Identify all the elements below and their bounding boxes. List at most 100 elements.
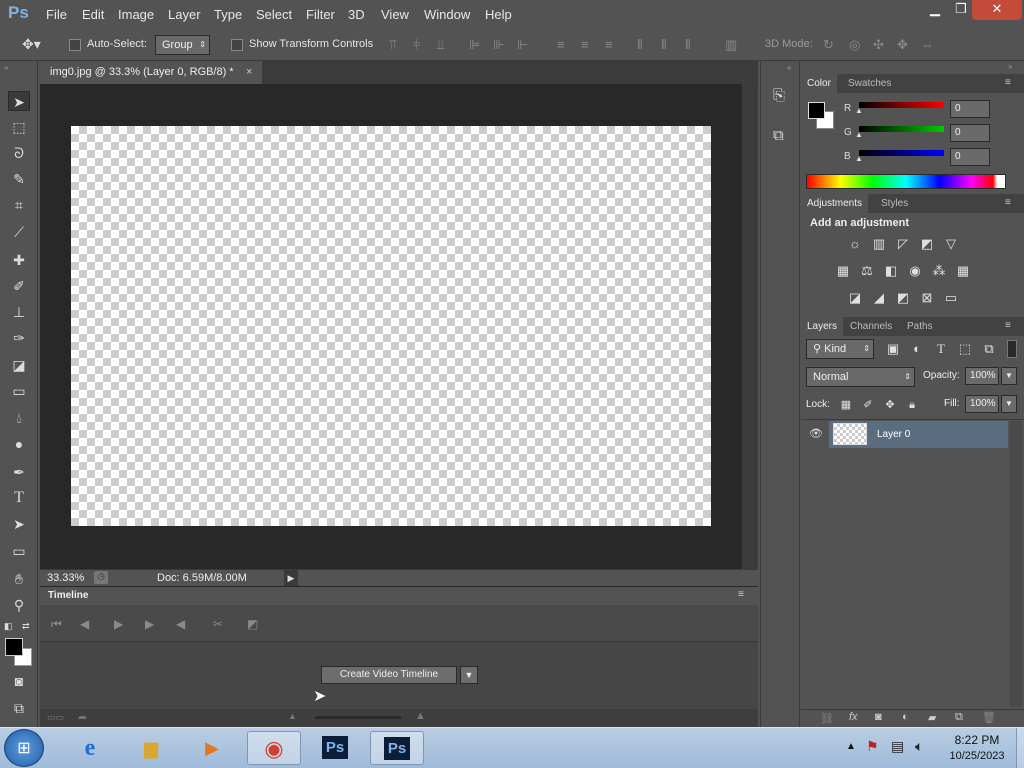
3d-scale-icon[interactable]: ⇔ bbox=[921, 37, 934, 52]
hue-saturation-icon[interactable]: ▦ bbox=[835, 263, 851, 279]
3d-rotate-icon[interactable]: ↻ bbox=[823, 37, 834, 53]
show-transform-checkbox[interactable] bbox=[231, 39, 243, 51]
go-first-frame-icon[interactable]: ⏮ bbox=[51, 617, 62, 632]
dodge-tool-icon[interactable]: ● bbox=[8, 434, 30, 454]
timeline-menu-icon[interactable]: ≡ bbox=[738, 589, 744, 600]
show-desktop-button[interactable] bbox=[1016, 728, 1024, 768]
tab-layers[interactable]: Layers bbox=[801, 317, 844, 336]
channel-mixer-icon[interactable]: ⁂ bbox=[931, 263, 947, 279]
close-button[interactable]: ✕ bbox=[972, 0, 1022, 20]
audio-icon[interactable]: ◀ bbox=[176, 617, 185, 631]
distribute-top-icon[interactable]: ≡ bbox=[557, 37, 565, 52]
selective-color-icon[interactable]: ⊠ bbox=[919, 290, 935, 306]
menu-window[interactable]: Window bbox=[424, 7, 470, 22]
default-colors-icon[interactable]: ◧ bbox=[4, 621, 13, 632]
lock-image-icon[interactable]: ✐ bbox=[860, 397, 876, 413]
create-timeline-dropdown-icon[interactable]: ▼ bbox=[460, 666, 478, 684]
zoom-in-icon[interactable]: ▲ bbox=[415, 710, 426, 722]
status-menu-arrow-icon[interactable]: ▶ bbox=[284, 570, 298, 586]
auto-align-icon[interactable]: ▥ bbox=[725, 37, 737, 53]
levels-icon[interactable]: ▥ bbox=[871, 236, 887, 252]
layers-scrollbar[interactable] bbox=[1010, 421, 1022, 707]
new-group-icon[interactable]: ▰ bbox=[928, 711, 936, 724]
menu-image[interactable]: Image bbox=[118, 7, 154, 22]
auto-select-checkbox[interactable] bbox=[69, 39, 81, 51]
status-info-icon[interactable]: ◷ bbox=[94, 571, 108, 584]
green-slider-thumb-icon[interactable]: ▲ bbox=[855, 130, 863, 139]
brightness-contrast-icon[interactable]: ☼ bbox=[847, 236, 863, 252]
clock-time[interactable]: 8:22 PM bbox=[942, 733, 1012, 747]
zoom-level[interactable]: 33.33% bbox=[47, 572, 84, 584]
eyedropper-tool-icon[interactable]: ⟋ bbox=[8, 222, 30, 242]
adjustments-panel-menu-icon[interactable]: ≡ bbox=[1005, 197, 1011, 208]
history-panel-icon[interactable]: ⎘ bbox=[773, 87, 785, 104]
filter-toggle-switch[interactable] bbox=[1007, 340, 1017, 358]
distribute-hcenter-icon[interactable]: ⦀ bbox=[661, 37, 667, 53]
layer-name[interactable]: Layer 0 bbox=[877, 429, 910, 440]
screen-mode-icon[interactable]: ⧉ bbox=[8, 698, 30, 718]
link-layers-icon[interactable]: ⛓︎ bbox=[820, 712, 834, 725]
clock-date[interactable]: 10/25/2023 bbox=[942, 750, 1012, 762]
transition-icon[interactable]: ◩ bbox=[247, 617, 258, 631]
dock-collapse-icon[interactable]: « bbox=[787, 63, 791, 72]
menu-type[interactable]: Type bbox=[214, 7, 242, 22]
eraser-tool-icon[interactable]: ◪ bbox=[8, 355, 30, 375]
foreground-color-swatch[interactable] bbox=[5, 638, 23, 656]
tab-paths[interactable]: Paths bbox=[901, 317, 939, 336]
move-tool-icon[interactable]: ➤ bbox=[8, 91, 30, 111]
posterize-icon[interactable]: ◢ bbox=[871, 290, 887, 306]
distribute-left-icon[interactable]: ⦀ bbox=[637, 37, 643, 53]
healing-brush-tool-icon[interactable]: ✚ bbox=[8, 250, 30, 270]
gradient-tool-icon[interactable]: ▭ bbox=[8, 381, 30, 401]
distribute-vcenter-icon[interactable]: ≡ bbox=[581, 37, 589, 52]
image-canvas[interactable] bbox=[71, 126, 711, 526]
filter-smart-object-icon[interactable]: ⧉ bbox=[981, 341, 997, 357]
red-value[interactable]: 0 bbox=[950, 100, 990, 118]
exposure-icon[interactable]: ◩ bbox=[919, 236, 935, 252]
rectangle-tool-icon[interactable]: ▭ bbox=[8, 541, 30, 561]
vibrance-icon[interactable]: ▽ bbox=[943, 236, 959, 252]
layer-row[interactable]: Layer 0 bbox=[829, 421, 1008, 448]
fill-dropdown-icon[interactable]: ▼ bbox=[1001, 395, 1017, 413]
align-vcenter-icon[interactable]: ⫩ bbox=[413, 37, 420, 53]
create-video-timeline-button[interactable]: Create Video Timeline bbox=[321, 666, 457, 684]
play-icon[interactable]: ▶ bbox=[114, 617, 123, 631]
gradient-map-icon[interactable]: ▭ bbox=[943, 290, 959, 306]
layer-style-icon[interactable]: fx bbox=[849, 711, 858, 723]
lasso-tool-icon[interactable]: ᘐ bbox=[8, 143, 30, 163]
lock-all-icon[interactable]: 🔒︎ bbox=[904, 397, 920, 413]
menu-layer[interactable]: Layer bbox=[168, 7, 201, 22]
network-icon[interactable]: ▤ bbox=[891, 738, 904, 755]
menu-help[interactable]: Help bbox=[485, 7, 512, 22]
action-center-icon[interactable]: ⚑ bbox=[866, 738, 879, 755]
distribute-bottom-icon[interactable]: ≡ bbox=[605, 37, 613, 52]
curves-icon[interactable]: ◸ bbox=[895, 236, 911, 252]
3d-slide-icon[interactable]: ✥ bbox=[897, 37, 908, 53]
fill-value[interactable]: 100% bbox=[965, 395, 999, 413]
red-slider[interactable] bbox=[859, 102, 944, 108]
move-tool-preset-icon[interactable]: ✥▾ bbox=[22, 36, 41, 53]
type-tool-icon[interactable]: T bbox=[8, 488, 30, 508]
new-adjustment-layer-icon[interactable]: ◐ bbox=[902, 711, 909, 723]
align-top-icon[interactable]: ⫪ bbox=[389, 37, 396, 53]
align-left-icon[interactable]: ⊫ bbox=[469, 37, 480, 53]
hand-tool-icon[interactable]: ✋︎ bbox=[8, 569, 30, 589]
align-bottom-icon[interactable]: ⫫ bbox=[437, 37, 444, 53]
chrome-icon[interactable]: ◉ bbox=[247, 731, 301, 765]
menu-3d[interactable]: 3D bbox=[348, 7, 365, 22]
lock-transparent-icon[interactable]: ▦ bbox=[838, 397, 854, 413]
zoom-tool-icon[interactable]: ⚲ bbox=[8, 595, 30, 615]
crop-tool-icon[interactable]: ⌗ bbox=[8, 195, 30, 215]
tab-color[interactable]: Color bbox=[801, 74, 837, 93]
threshold-icon[interactable]: ◩ bbox=[895, 290, 911, 306]
menu-file[interactable]: File bbox=[46, 7, 67, 22]
timeline-zoom-slider[interactable] bbox=[315, 716, 401, 719]
visibility-eye-icon[interactable]: 👁︎ bbox=[809, 427, 823, 440]
photo-filter-icon[interactable]: ◉ bbox=[907, 263, 923, 279]
tab-adjustments[interactable]: Adjustments bbox=[801, 194, 869, 213]
zoom-out-icon[interactable]: ▲ bbox=[288, 711, 297, 721]
marquee-tool-icon[interactable]: ⬚ bbox=[8, 117, 30, 137]
blue-slider[interactable] bbox=[859, 150, 944, 156]
filter-adjustment-icon[interactable]: ◐ bbox=[909, 341, 925, 357]
swap-colors-icon[interactable]: ⇄ bbox=[22, 621, 30, 632]
